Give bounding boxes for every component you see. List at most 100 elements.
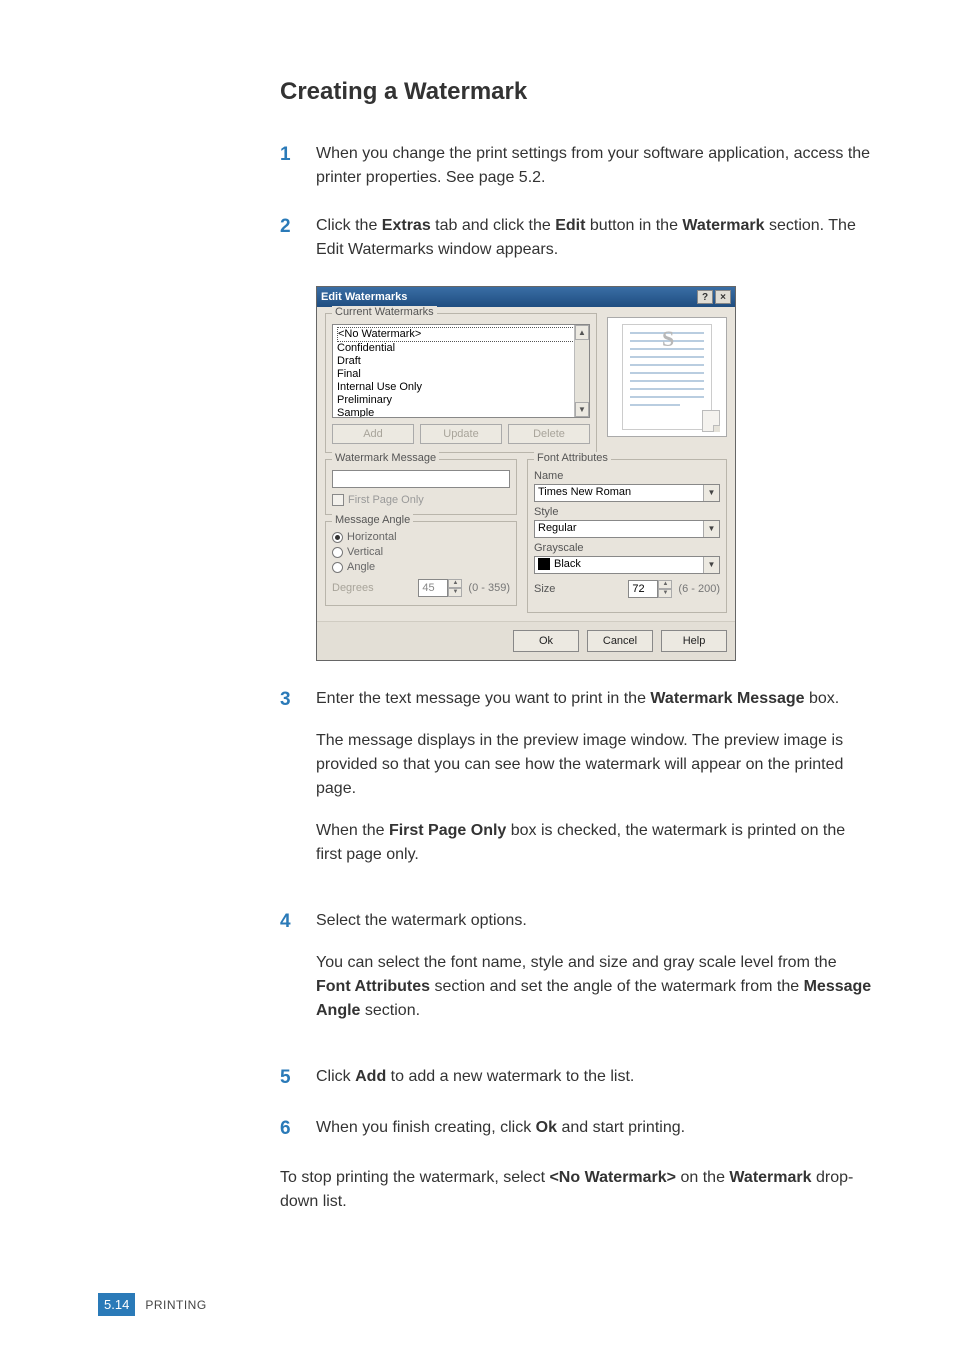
list-item[interactable]: Final (337, 368, 585, 381)
bold-extras: Extras (382, 217, 431, 234)
horizontal-radio[interactable] (332, 532, 343, 543)
bold-ok: Ok (536, 1119, 557, 1136)
bold-add: Add (355, 1068, 386, 1085)
list-item[interactable]: <No Watermark> (337, 327, 585, 342)
t: section. (360, 1002, 420, 1019)
list-item[interactable]: Draft (337, 355, 585, 368)
scrollbar[interactable]: ▲ ▼ (574, 325, 589, 417)
angle-radio[interactable] (332, 562, 343, 573)
t: Click the (316, 217, 382, 234)
scroll-down-icon[interactable]: ▼ (575, 402, 589, 417)
preview-letter: S (662, 326, 674, 352)
step-text-1: When you change the print settings from … (316, 142, 874, 190)
bold-edit: Edit (555, 217, 585, 234)
angle-label: Angle (347, 561, 375, 573)
step-number-6: 6 (280, 1116, 316, 1143)
add-button[interactable]: Add (332, 424, 414, 444)
bold-first-page-only: First Page Only (389, 822, 506, 839)
vertical-radio[interactable] (332, 547, 343, 558)
step-text-5: Click Add to add a new watermark to the … (316, 1065, 634, 1092)
font-name-value: Times New Roman (535, 485, 703, 501)
t: box. (805, 690, 840, 707)
grayscale-label: Grayscale (534, 542, 720, 554)
step-number-1: 1 (280, 142, 316, 190)
grayscale-value: Black (535, 557, 703, 573)
grayscale-dropdown[interactable]: Black ▼ (534, 556, 720, 574)
bold-watermark-footer: Watermark (729, 1169, 811, 1186)
scroll-up-icon[interactable]: ▲ (575, 325, 589, 340)
delete-button[interactable]: Delete (508, 424, 590, 444)
t: When the (316, 822, 389, 839)
footer-category: PRINTING (145, 1298, 206, 1312)
t: on the (676, 1169, 729, 1186)
step-text-4: Select the watermark options. You can se… (316, 909, 874, 1041)
step-text-6: When you finish creating, click Ok and s… (316, 1116, 685, 1143)
font-name-dropdown[interactable]: Times New Roman ▼ (534, 484, 720, 502)
help-icon[interactable]: ? (697, 290, 713, 304)
stepper-up-icon[interactable]: ▲ (658, 580, 672, 589)
page-footer: 5.14 PRINTING (98, 1293, 207, 1316)
cancel-button[interactable]: Cancel (587, 630, 653, 652)
ok-button[interactable]: Ok (513, 630, 579, 652)
help-button[interactable]: Help (661, 630, 727, 652)
edit-watermarks-dialog: Edit Watermarks ? × Current Watermarks <… (316, 286, 736, 661)
first-page-only-checkbox[interactable] (332, 494, 344, 506)
message-angle-label: Message Angle (332, 514, 413, 526)
page-number-badge: 5.14 (98, 1293, 135, 1316)
current-watermarks-label: Current Watermarks (332, 306, 437, 318)
stepper-down-icon[interactable]: ▼ (448, 588, 462, 597)
font-style-dropdown[interactable]: Regular ▼ (534, 520, 720, 538)
horizontal-label: Horizontal (347, 531, 397, 543)
size-range: (6 - 200) (678, 583, 720, 595)
update-button[interactable]: Update (420, 424, 502, 444)
t: When you finish creating, click (316, 1119, 536, 1136)
font-style-label: Style (534, 506, 720, 518)
watermark-message-label: Watermark Message (332, 452, 439, 464)
chevron-down-icon[interactable]: ▼ (703, 557, 719, 573)
watermark-message-input[interactable] (332, 470, 510, 488)
chevron-down-icon[interactable]: ▼ (703, 485, 719, 501)
font-attributes-group: Font Attributes Name Times New Roman ▼ S… (527, 459, 727, 613)
size-value[interactable]: 72 (628, 580, 658, 598)
watermark-listbox[interactable]: <No Watermark> Confidential Draft Final … (332, 324, 590, 418)
size-label: Size (534, 583, 555, 595)
dialog-title: Edit Watermarks (321, 291, 407, 303)
degrees-stepper[interactable]: 45 ▲▼ (418, 579, 462, 597)
stepper-down-icon[interactable]: ▼ (658, 589, 672, 598)
t: Click (316, 1068, 355, 1085)
t: You can select the font name, style and … (316, 954, 837, 971)
current-watermarks-group: Current Watermarks <No Watermark> Confid… (325, 313, 597, 453)
list-item[interactable]: Sample (337, 407, 585, 418)
chevron-down-icon[interactable]: ▼ (703, 521, 719, 537)
vertical-label: Vertical (347, 546, 383, 558)
message-angle-group: Message Angle Horizontal Vertical Angle … (325, 521, 517, 606)
font-attributes-label: Font Attributes (534, 452, 611, 464)
font-name-label: Name (534, 470, 720, 482)
step-number-5: 5 (280, 1065, 316, 1092)
t: and start printing. (557, 1119, 685, 1136)
chapter-number: 5. (104, 1297, 115, 1312)
watermark-preview: S (607, 317, 727, 437)
close-icon[interactable]: × (715, 290, 731, 304)
degrees-value[interactable]: 45 (418, 579, 448, 597)
t: section and set the angle of the waterma… (430, 978, 804, 995)
list-item[interactable]: Preliminary (337, 394, 585, 407)
list-item[interactable]: Confidential (337, 342, 585, 355)
step-number-3: 3 (280, 687, 316, 885)
font-style-value: Regular (535, 521, 703, 537)
t: to add a new watermark to the list. (386, 1068, 634, 1085)
page-curl-icon (702, 410, 720, 432)
watermark-message-group: Watermark Message First Page Only (325, 459, 517, 515)
t: The message displays in the preview imag… (316, 729, 874, 801)
color-swatch-icon (538, 558, 550, 570)
dialog-titlebar: Edit Watermarks ? × (317, 287, 735, 307)
size-stepper[interactable]: 72 ▲▼ (628, 580, 672, 598)
stepper-up-icon[interactable]: ▲ (448, 579, 462, 588)
t: button in the (585, 217, 682, 234)
t: Enter the text message you want to print… (316, 690, 650, 707)
list-item[interactable]: Internal Use Only (337, 381, 585, 394)
step-text-2: Click the Extras tab and click the Edit … (316, 214, 874, 262)
degrees-label: Degrees (332, 582, 374, 594)
step-number-4: 4 (280, 909, 316, 1041)
t: Select the watermark options. (316, 909, 874, 933)
